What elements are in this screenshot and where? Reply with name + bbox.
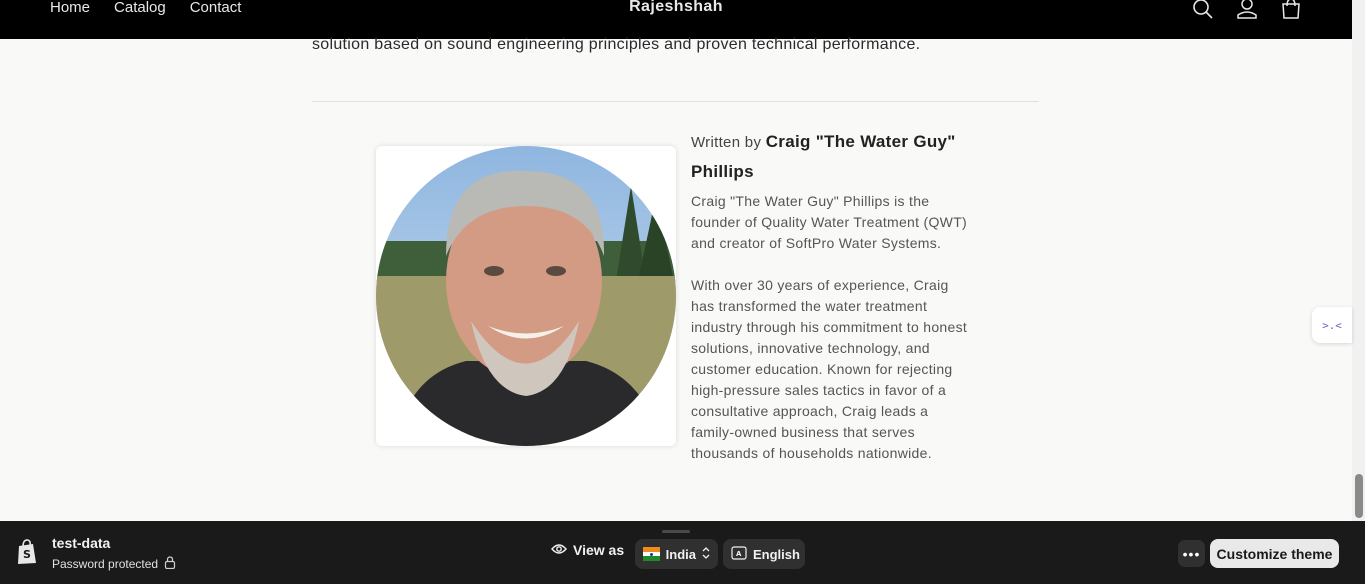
drag-handle[interactable] bbox=[662, 530, 690, 533]
view-as-text: View as bbox=[573, 542, 625, 558]
section-divider bbox=[312, 101, 1039, 102]
page-scrollbar[interactable] bbox=[1352, 0, 1365, 521]
ellipsis-icon: ••• bbox=[1182, 545, 1201, 562]
author-photo bbox=[376, 146, 676, 446]
search-icon[interactable] bbox=[1190, 0, 1216, 22]
shopify-bag-icon: S bbox=[16, 539, 38, 570]
floating-widget-button[interactable]: >.< bbox=[1312, 307, 1352, 343]
language-selector[interactable]: A English bbox=[723, 539, 805, 569]
site-header: Home Catalog Contact Rajeshshah bbox=[0, 0, 1352, 39]
india-flag-icon bbox=[643, 547, 660, 562]
eye-icon bbox=[551, 542, 567, 558]
store-name: test-data bbox=[52, 535, 111, 551]
written-by-label: Written by bbox=[691, 134, 766, 151]
widget-icon: >.< bbox=[1322, 318, 1342, 332]
country-selector[interactable]: India bbox=[635, 539, 718, 569]
svg-text:S: S bbox=[23, 548, 31, 561]
scrollbar-thumb[interactable] bbox=[1355, 474, 1363, 518]
store-status: Password protected bbox=[52, 556, 176, 572]
article-body-text: solution based on sound engineering prin… bbox=[312, 36, 921, 53]
author-bio: Craig "The Water Guy" Phillips is the fo… bbox=[691, 191, 971, 485]
language-label: English bbox=[753, 546, 800, 562]
svg-text:A: A bbox=[736, 550, 742, 558]
view-as-label: View as bbox=[551, 542, 624, 558]
cart-icon[interactable] bbox=[1278, 0, 1304, 22]
store-status-label: Password protected bbox=[52, 557, 159, 571]
lock-icon bbox=[164, 556, 176, 572]
translate-icon: A bbox=[731, 545, 747, 563]
site-logo[interactable]: Rajeshshah bbox=[0, 0, 1352, 16]
theme-preview-bar: S test-data Password protected View as I… bbox=[0, 521, 1365, 584]
author-bio-paragraph: With over 30 years of experience, Craig … bbox=[691, 277, 968, 461]
customize-theme-button[interactable]: Customize theme bbox=[1210, 539, 1339, 568]
author-byline: Written by Craig "The Water Guy" Phillip… bbox=[691, 127, 971, 187]
chevron-updown-icon bbox=[702, 546, 710, 562]
account-icon[interactable] bbox=[1234, 0, 1260, 22]
more-options-button[interactable]: ••• bbox=[1178, 540, 1205, 567]
country-label: India bbox=[665, 546, 696, 562]
author-bio-paragraph: Craig "The Water Guy" Phillips is the fo… bbox=[691, 193, 968, 251]
